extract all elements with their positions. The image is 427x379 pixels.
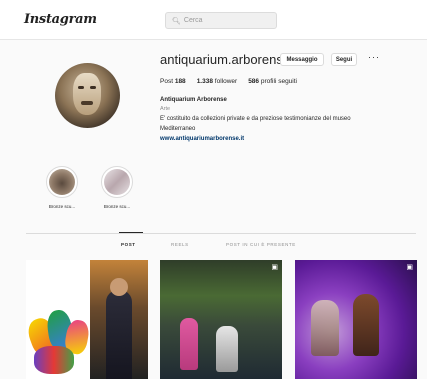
message-button[interactable]: Messaggio [280,53,324,66]
stat-label: follower [214,78,238,85]
more-options-icon[interactable]: ··· [368,52,380,62]
painted-hand [34,346,74,374]
stat-posts: Post 188 [160,78,186,85]
follow-button[interactable]: Segui [331,53,357,66]
stat-followers[interactable]: 1.338 follower [197,78,238,85]
instagram-logo[interactable]: Instagram [24,12,97,27]
person-figure [216,326,238,372]
highlight-cover [49,169,75,195]
stat-value: 586 [248,78,260,85]
stat-label: profili seguiti [260,78,297,85]
stat-following[interactable]: 586 profili seguiti [248,78,297,85]
search-placeholder: Cerca [183,17,203,24]
person-figure [353,294,379,356]
story-highlight[interactable]: Bronze scu... [36,166,88,209]
highlight-cover [104,169,130,195]
search-input[interactable]: 🔍︎ Cerca [165,12,277,29]
carousel-icon: ▣ [406,264,413,271]
profile-tabs: Post Reels Post in cui è presente [26,232,416,255]
highlight-ring [46,166,78,198]
profile-full-name: Antiquarium Arborense [160,97,227,103]
tab-reels[interactable]: Reels [171,242,189,247]
post-thumbnail[interactable]: ▣ [160,260,282,379]
profile-username: antiquarium.arborense [160,52,291,67]
posts-grid: ▣ ▣ [0,260,427,379]
profile-bio: E' costituito da collezioni private e da… [160,116,351,122]
person-head [110,278,128,296]
profile-website-link[interactable]: www.antiquariumarborense.it [160,136,244,142]
tab-tagged[interactable]: Post in cui è presente [226,242,296,247]
post-thumbnail[interactable]: ▣ [295,260,417,379]
mask-image [73,73,101,115]
highlight-label: Bronze scu... [103,204,131,209]
profile-category: Arte [160,106,171,112]
carousel-icon: ▣ [271,264,278,271]
profile-bio-line-2: Mediterraneo [160,126,196,132]
person-figure [311,300,339,356]
stat-label: Post [160,78,174,85]
person-figure [180,318,198,370]
stat-value: 188 [174,78,186,85]
post-thumbnail[interactable] [26,260,148,379]
story-highlight[interactable]: Bronze scu... [91,166,143,209]
tab-posts[interactable]: Post [119,232,143,247]
highlight-label: Bronze scu... [48,204,76,209]
highlight-ring [101,166,133,198]
person-figure [106,290,132,379]
profile-avatar[interactable] [55,63,120,128]
search-icon: 🔍︎ [172,17,181,25]
stat-value: 1.338 [196,78,213,85]
profile-stats: Post 188 1.338 follower 586 profili segu… [160,78,297,85]
top-navigation-bar: Instagram 🔍︎ Cerca [0,0,427,40]
